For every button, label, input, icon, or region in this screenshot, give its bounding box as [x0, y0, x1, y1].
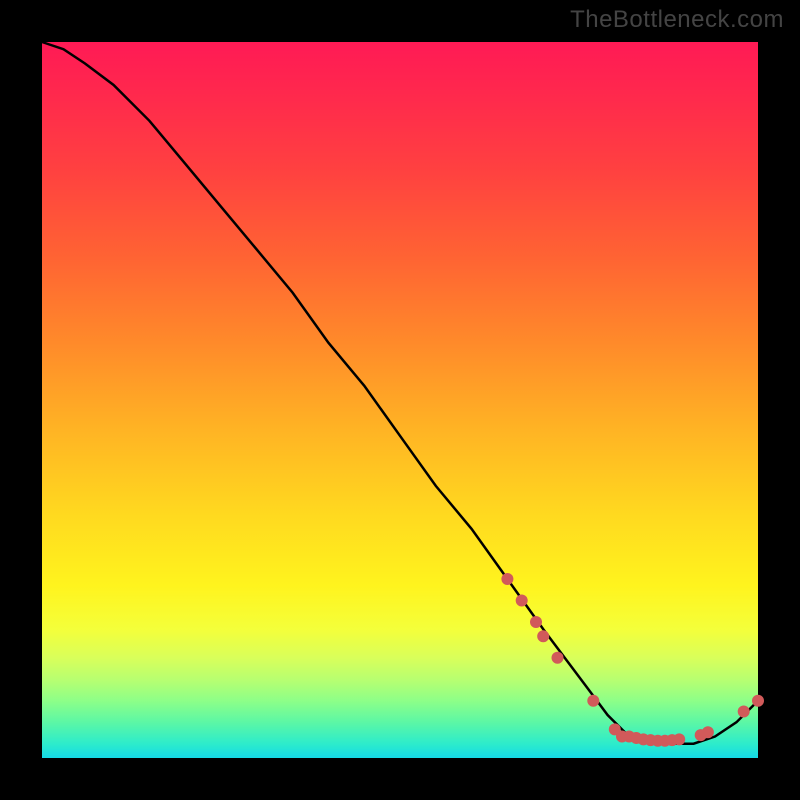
watermark-text: TheBottleneck.com	[570, 6, 784, 34]
marker-dot	[702, 726, 714, 738]
marker-dot	[752, 695, 764, 707]
marker-dot	[738, 706, 750, 718]
chart-frame: TheBottleneck.com	[0, 0, 800, 800]
marker-dot	[501, 573, 513, 585]
marker-group	[501, 573, 764, 747]
marker-dot	[673, 733, 685, 745]
marker-dot	[516, 595, 528, 607]
marker-dot	[530, 616, 542, 628]
marker-dot	[537, 630, 549, 642]
marker-dot	[587, 695, 599, 707]
chart-svg	[42, 42, 758, 758]
marker-dot	[552, 652, 564, 664]
plot-area	[42, 42, 758, 758]
curve-line	[42, 42, 758, 744]
